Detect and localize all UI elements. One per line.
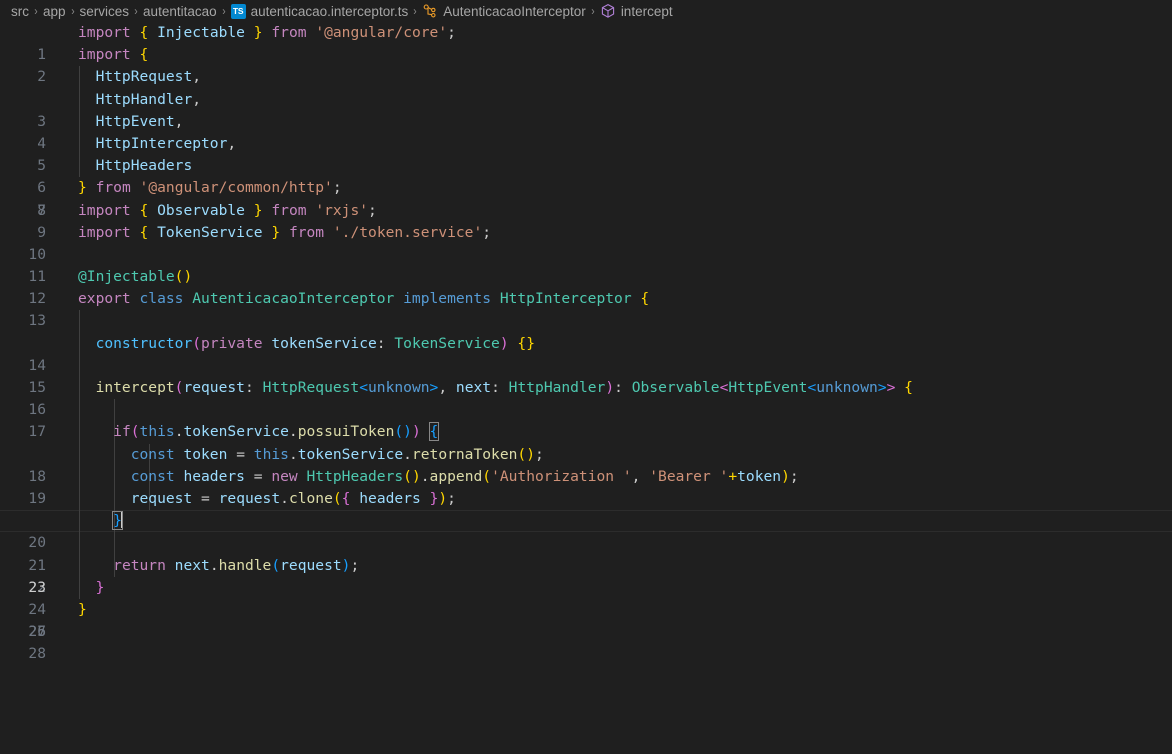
code-line-text: if(this.tokenService.possuiToken()) { <box>113 422 440 442</box>
code-line[interactable]: 9 import { Observable } from 'rxjs'; <box>0 200 1172 241</box>
indent-guide <box>114 532 115 555</box>
code-line-text: } from '@angular/common/http'; <box>78 179 342 197</box>
code-line[interactable]: 12 @Injectable() <box>0 266 1172 307</box>
indent-guide <box>79 532 80 555</box>
breadcrumb-separator: › <box>34 4 38 18</box>
code-line-text: HttpEvent, <box>95 112 184 130</box>
code-line[interactable]: 27 } <box>0 599 1172 640</box>
code-line[interactable]: 16 <box>0 354 1172 418</box>
breadcrumb-label: src <box>11 3 29 19</box>
code-line[interactable]: 17 intercept(request: HttpRequest<unknow… <box>0 377 1172 440</box>
code-line[interactable]: 24 <box>0 532 1172 618</box>
code-line[interactable]: 1 import { Injectable } from '@angular/c… <box>0 22 1172 63</box>
code-line[interactable]: 21 const headers = new HttpHeaders().app… <box>0 465 1172 574</box>
code-line[interactable]: 14 <box>0 310 1172 374</box>
code-line-text: HttpInterceptor, <box>95 134 237 152</box>
breadcrumb-item-file[interactable]: TS autenticacao.interceptor.ts <box>228 3 412 19</box>
indent-guide <box>114 399 115 422</box>
text-cursor <box>120 511 123 529</box>
code-line-text: import { TokenService } from './token.se… <box>78 223 492 241</box>
code-line-text: HttpHeaders <box>95 157 193 175</box>
breadcrumb-item-services[interactable]: services <box>77 4 133 19</box>
breadcrumb-item-autentitacao[interactable]: autentitacao <box>140 4 220 19</box>
breadcrumb: src › app › services › autentitacao › TS… <box>0 0 1172 22</box>
code-line-text: import { <box>78 46 149 64</box>
code-line[interactable]: 15 constructor(private tokenService: Tok… <box>0 332 1172 396</box>
code-line-text: } <box>112 511 123 531</box>
code-line-text: HttpHandler, <box>95 90 202 108</box>
code-line[interactable]: 11 <box>0 244 1172 285</box>
breadcrumb-label: autenticacao.interceptor.ts <box>250 3 409 19</box>
indent-guide <box>79 354 80 377</box>
code-line[interactable]: 4 HttpHandler, <box>0 88 1172 152</box>
code-line-text: const headers = new HttpHeaders().append… <box>130 467 799 485</box>
code-line-text: constructor(private tokenService: TokenS… <box>95 334 535 352</box>
code-line[interactable]: 5 HttpEvent, <box>0 110 1172 174</box>
code-line[interactable]: 18 <box>0 399 1172 485</box>
breadcrumb-separator: › <box>221 4 226 18</box>
ts-file-icon-label: TS <box>230 3 246 19</box>
code-line-text: return next.handle(request); <box>113 556 360 574</box>
code-line[interactable]: 22 request = request.clone({ headers }); <box>0 487 1172 596</box>
code-line-active[interactable]: 23 } <box>0 510 1172 596</box>
code-line-text: } <box>78 600 87 618</box>
code-line[interactable]: 20 const token = this.tokenService.retor… <box>0 443 1172 551</box>
breadcrumb-label: services <box>79 3 130 19</box>
code-line-text: @Injectable() <box>78 268 193 286</box>
code-line-text: intercept(request: HttpRequest<unknown>,… <box>95 379 913 396</box>
code-line[interactable]: 6 HttpInterceptor, <box>0 132 1172 196</box>
code-line-text: } <box>95 578 105 596</box>
code-line[interactable]: 19 if(this.tokenService.possuiToken()) { <box>0 421 1172 507</box>
breadcrumb-label: intercept <box>620 3 673 19</box>
code-line[interactable]: 26 } <box>0 576 1172 640</box>
code-line[interactable]: 28 <box>0 621 1172 662</box>
code-line-text: HttpRequest, <box>95 68 202 86</box>
code-line[interactable]: 7 HttpHeaders <box>0 155 1172 219</box>
method-symbol-icon <box>600 3 616 19</box>
code-line[interactable]: 2 import { <box>0 44 1172 85</box>
breadcrumb-separator: › <box>591 4 595 18</box>
code-line[interactable]: 10 import { TokenService } from './token… <box>0 222 1172 263</box>
class-symbol-icon <box>422 3 438 19</box>
code-line-text: import { Injectable } from '@angular/cor… <box>78 24 456 41</box>
breadcrumb-item-app[interactable]: app <box>40 4 69 19</box>
code-line-text: import { Observable } from 'rxjs'; <box>78 201 377 219</box>
breadcrumb-item-method[interactable]: intercept <box>597 3 676 19</box>
breadcrumb-label: app <box>43 3 66 19</box>
breadcrumb-label: AutenticacaoInterceptor <box>443 3 586 19</box>
indent-guide <box>79 399 80 422</box>
breadcrumb-separator: › <box>70 4 75 18</box>
breadcrumb-item-class[interactable]: AutenticacaoInterceptor <box>419 3 589 19</box>
line-number: 28 <box>28 645 46 663</box>
code-line[interactable]: 25 return next.handle(request); <box>0 554 1172 640</box>
breadcrumb-separator: › <box>413 4 417 18</box>
breadcrumb-item-src[interactable]: src <box>8 4 32 19</box>
breadcrumb-separator: › <box>134 4 138 18</box>
code-line[interactable]: 8 } from '@angular/common/http'; <box>0 177 1172 218</box>
code-editor[interactable]: 1 import { Injectable } from '@angular/c… <box>0 22 1172 754</box>
indent-guide <box>79 310 80 333</box>
code-line-text: export class AutenticacaoInterceptor imp… <box>78 290 650 308</box>
ts-file-icon: TS <box>230 3 246 19</box>
breadcrumb-label: autentitacao <box>143 3 217 19</box>
code-line[interactable]: 3 HttpRequest, <box>0 66 1172 130</box>
code-line[interactable]: 13 export class AutenticacaoInterceptor … <box>0 288 1172 329</box>
code-line-text: request = request.clone({ headers }); <box>130 489 456 507</box>
code-line-text: const token = this.tokenService.retornaT… <box>130 445 544 463</box>
